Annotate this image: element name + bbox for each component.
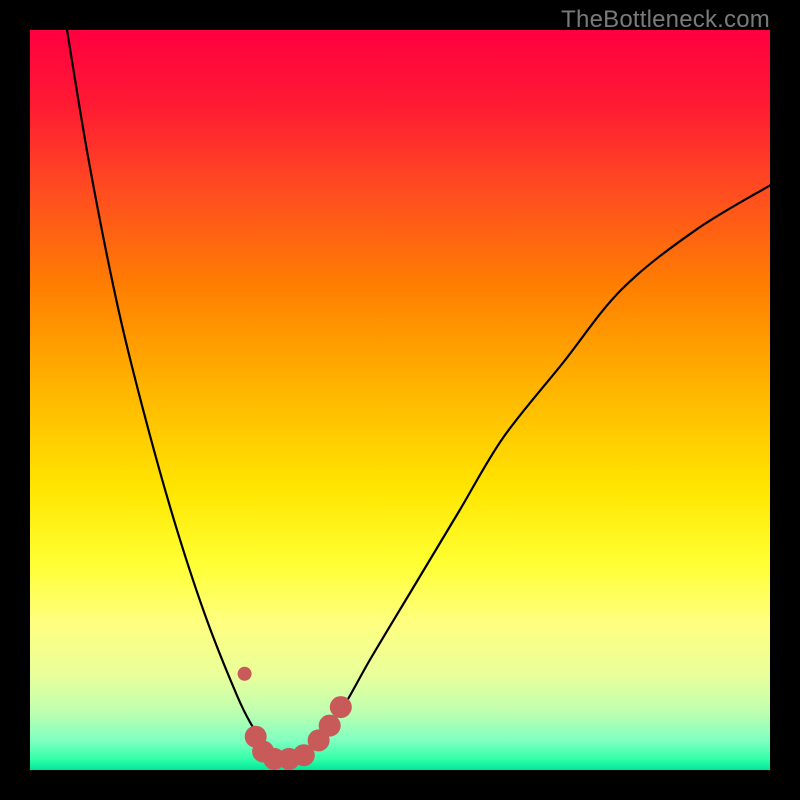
- curve-marker-group: [238, 667, 352, 770]
- bottleneck-curve-svg: [30, 30, 770, 770]
- chart-plot-area: [30, 30, 770, 770]
- bottom-dot-7: [319, 715, 341, 737]
- left-dip-dot: [238, 667, 252, 681]
- bottom-dot-8: [330, 696, 352, 718]
- bottleneck-curve-path: [67, 30, 770, 760]
